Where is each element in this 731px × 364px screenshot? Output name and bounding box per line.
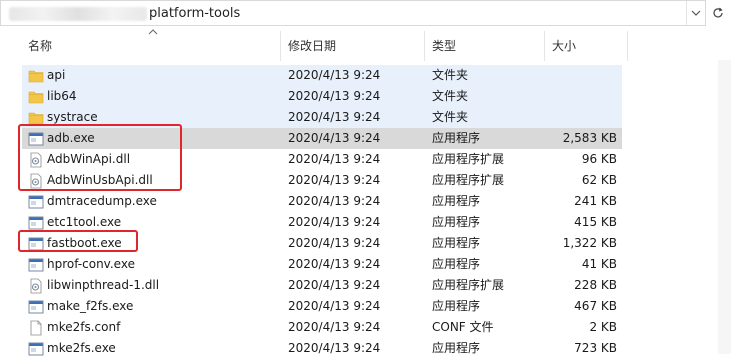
file-size bbox=[542, 65, 617, 86]
file-size: 228 KB bbox=[574, 278, 617, 292]
file-type: CONF 文件 bbox=[432, 320, 494, 334]
chevron-down-icon bbox=[691, 10, 701, 16]
folder-icon bbox=[28, 89, 44, 105]
file-size: 2 KB bbox=[589, 320, 617, 334]
file-date: 2020/4/13 9:24 bbox=[288, 152, 381, 166]
file-date: 2020/4/13 9:24 bbox=[288, 320, 381, 334]
refresh-icon bbox=[713, 7, 723, 18]
file-row[interactable]: mke2fs.conf 2020/4/13 9:24 CONF 文件 2 KB bbox=[22, 317, 622, 338]
file-date: 2020/4/13 9:24 bbox=[288, 173, 381, 187]
refresh-button[interactable] bbox=[708, 3, 728, 23]
file-name: dmtracedump.exe bbox=[47, 194, 157, 208]
file-size: 723 KB bbox=[574, 341, 617, 355]
file-name: mke2fs.exe bbox=[47, 341, 116, 355]
file-type: 应用程序 bbox=[432, 194, 481, 208]
file-type: 应用程序扩展 bbox=[432, 173, 505, 187]
column-divider[interactable] bbox=[280, 31, 281, 61]
file-type: 应用程序 bbox=[432, 257, 481, 271]
file-date: 2020/4/13 9:24 bbox=[288, 257, 381, 271]
file-type: 应用程序 bbox=[432, 215, 481, 229]
file-date: 2020/4/13 9:24 bbox=[288, 341, 381, 355]
file-size: 62 KB bbox=[581, 173, 617, 187]
exe-icon bbox=[28, 257, 44, 273]
file-size: 2,583 KB bbox=[562, 131, 617, 145]
exe-icon bbox=[28, 341, 44, 357]
file-type: 应用程序扩展 bbox=[432, 278, 505, 292]
file-type: 应用程序 bbox=[432, 299, 481, 313]
exe-icon bbox=[28, 299, 44, 315]
exe-icon bbox=[28, 194, 44, 210]
address-bar[interactable]: platform-tools bbox=[0, 0, 706, 26]
column-divider[interactable] bbox=[544, 31, 545, 61]
file-row[interactable]: lib64 2020/4/13 9:24 文件夹 bbox=[22, 86, 622, 107]
file-row[interactable]: mke2fs.exe 2020/4/13 9:24 应用程序 723 KB bbox=[22, 338, 622, 359]
exe-icon bbox=[28, 215, 44, 231]
file-size: 467 KB bbox=[574, 299, 617, 313]
file-date: 2020/4/13 9:24 bbox=[288, 278, 381, 292]
file-type: 应用程序 bbox=[432, 236, 481, 250]
file-date: 2020/4/13 9:24 bbox=[288, 215, 381, 229]
file-size: 96 KB bbox=[581, 152, 617, 166]
file-type: 应用程序扩展 bbox=[432, 152, 505, 166]
file-row[interactable]: dmtracedump.exe 2020/4/13 9:24 应用程序 241 KB bbox=[22, 191, 622, 212]
folder-icon bbox=[28, 68, 44, 84]
file-size: 415 KB bbox=[574, 215, 617, 229]
file-date: 2020/4/13 9:24 bbox=[288, 89, 381, 103]
file-date: 2020/4/13 9:24 bbox=[288, 131, 381, 145]
file-type: 文件夹 bbox=[432, 68, 469, 82]
file-name: api bbox=[47, 68, 66, 82]
column-header-size[interactable]: 大小 bbox=[546, 33, 626, 59]
highlight-box-adb-files bbox=[18, 124, 182, 191]
file-date: 2020/4/13 9:24 bbox=[288, 194, 381, 208]
column-divider[interactable] bbox=[424, 31, 425, 61]
file-size: 241 KB bbox=[574, 194, 617, 208]
file-name: lib64 bbox=[47, 89, 77, 103]
column-divider[interactable] bbox=[627, 31, 628, 61]
file-size bbox=[542, 86, 617, 107]
file-name: make_f2fs.exe bbox=[47, 299, 134, 313]
dll-icon bbox=[28, 278, 44, 294]
file-type: 应用程序 bbox=[432, 341, 481, 355]
file-name: hprof-conv.exe bbox=[47, 257, 135, 271]
file-date: 2020/4/13 9:24 bbox=[288, 299, 381, 313]
file-icon bbox=[28, 320, 44, 336]
file-size bbox=[542, 107, 617, 128]
file-size: 41 KB bbox=[581, 257, 617, 271]
file-row[interactable]: make_f2fs.exe 2020/4/13 9:24 应用程序 467 KB bbox=[22, 296, 622, 317]
file-name: mke2fs.conf bbox=[47, 320, 121, 334]
column-header-date[interactable]: 修改日期 bbox=[282, 33, 422, 59]
column-header-type[interactable]: 类型 bbox=[426, 33, 542, 59]
file-date: 2020/4/13 9:24 bbox=[288, 110, 381, 124]
file-row[interactable]: libwinpthread-1.dll 2020/4/13 9:24 应用程序扩展 2… bbox=[22, 275, 622, 296]
file-size: 1,322 KB bbox=[562, 236, 617, 250]
file-name: libwinpthread-1.dll bbox=[47, 278, 160, 292]
file-date: 2020/4/13 9:24 bbox=[288, 68, 381, 82]
file-type: 文件夹 bbox=[432, 110, 469, 124]
file-row[interactable]: hprof-conv.exe 2020/4/13 9:24 应用程序 41 KB bbox=[22, 254, 622, 275]
file-type: 文件夹 bbox=[432, 89, 469, 103]
address-path: platform-tools bbox=[149, 6, 241, 21]
highlight-box-fastboot bbox=[18, 230, 138, 252]
file-date: 2020/4/13 9:24 bbox=[288, 236, 381, 250]
vertical-scrollbar[interactable] bbox=[718, 60, 731, 354]
file-type: 应用程序 bbox=[432, 131, 481, 145]
column-header-name[interactable]: 名称 bbox=[22, 33, 278, 59]
address-dropdown-button[interactable] bbox=[686, 1, 705, 25]
file-row[interactable]: api 2020/4/13 9:24 文件夹 bbox=[22, 65, 622, 86]
blurred-path-segment bbox=[9, 7, 147, 21]
